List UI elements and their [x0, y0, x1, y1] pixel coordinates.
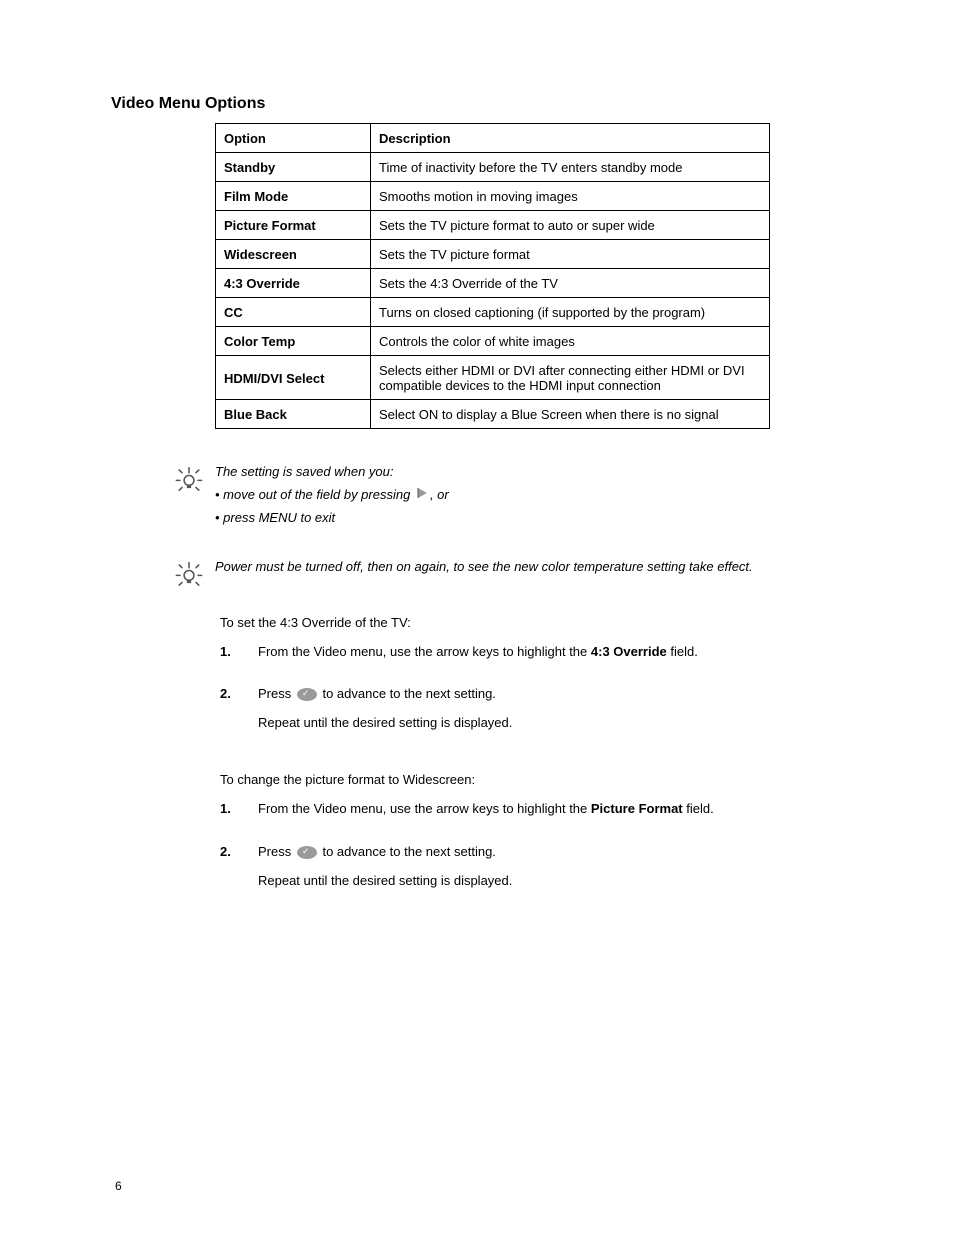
step-1-field: 4:3 Override [591, 644, 667, 659]
page-number: 6 [115, 1179, 122, 1193]
ok-button-icon [297, 846, 317, 859]
table-row: Color TempControls the color of white im… [216, 327, 770, 356]
tip-1-line3: • press MENU to exit [215, 510, 335, 525]
step-2-text-c: Repeat until the desired setting is disp… [258, 872, 849, 891]
step-1-text-c: field. [667, 644, 698, 659]
step-1-field: Picture Format [591, 801, 683, 816]
tip-2-text: Power must be turned off, then on again,… [215, 558, 753, 581]
opt-desc: Selects either HDMI or DVI after connect… [371, 356, 770, 400]
table-row: Picture FormatSets the TV picture format… [216, 211, 770, 240]
table-row: Blue BackSelect ON to display a Blue Scr… [216, 400, 770, 429]
table-row: WidescreenSets the TV picture format [216, 240, 770, 269]
lightbulb-icon [175, 560, 203, 588]
opt-desc: Sets the 4:3 Override of the TV [371, 269, 770, 298]
table-row: 4:3 OverrideSets the 4:3 Override of the… [216, 269, 770, 298]
opt-label: Color Temp [216, 327, 371, 356]
tip-1-line2a: • move out of the field by pressing [215, 487, 414, 502]
opt-desc: Turns on closed captioning (if supported… [371, 298, 770, 327]
table-row: StandbyTime of inactivity before the TV … [216, 153, 770, 182]
lightbulb-icon [175, 465, 203, 493]
step-2-text-a: Press [258, 686, 295, 701]
tip-2: Power must be turned off, then on again,… [175, 558, 849, 588]
tip-1: The setting is saved when you: • move ou… [175, 463, 849, 532]
step-1-text-c: field. [683, 801, 714, 816]
opt-desc: Smooths motion in moving images [371, 182, 770, 211]
step-number: 2. [220, 843, 240, 901]
step-2: 2. Press to advance to the next setting.… [220, 843, 849, 901]
step-number: 1. [220, 800, 240, 829]
tip-1-line1: The setting is saved when you: [215, 464, 394, 479]
step-1: 1. From the Video menu, use the arrow ke… [220, 800, 849, 829]
steps-override: To set the 4:3 Override of the TV: 1. Fr… [220, 614, 849, 743]
table-row: HDMI/DVI SelectSelects either HDMI or DV… [216, 356, 770, 400]
opt-label: Blue Back [216, 400, 371, 429]
col-option: Option [216, 124, 371, 153]
step-number: 2. [220, 685, 240, 743]
steps-widescreen-intro: To change the picture format to Widescre… [220, 771, 849, 790]
table-header-row: Option Description [216, 124, 770, 153]
tip-1-line2b: , or [430, 487, 449, 502]
ok-button-icon [297, 688, 317, 701]
step-1-text-a: From the Video menu, use the arrow keys … [258, 801, 591, 816]
table-row: CCTurns on closed captioning (if support… [216, 298, 770, 327]
step-2-text-c: Repeat until the desired setting is disp… [258, 714, 849, 733]
col-description: Description [371, 124, 770, 153]
opt-label: Picture Format [216, 211, 371, 240]
step-2-text-b: to advance to the next setting. [319, 844, 496, 859]
step-2: 2. Press to advance to the next setting.… [220, 685, 849, 743]
opt-desc: Select ON to display a Blue Screen when … [371, 400, 770, 429]
step-2-text-b: to advance to the next setting. [319, 686, 496, 701]
opt-label: Film Mode [216, 182, 371, 211]
opt-label: Widescreen [216, 240, 371, 269]
right-arrow-icon [416, 486, 428, 505]
table-row: Film ModeSmooths motion in moving images [216, 182, 770, 211]
step-number: 1. [220, 643, 240, 672]
opt-label: Standby [216, 153, 371, 182]
tip-2-body: Power must be turned off, then on again,… [215, 559, 753, 574]
opt-desc: Controls the color of white images [371, 327, 770, 356]
steps-override-intro: To set the 4:3 Override of the TV: [220, 614, 849, 633]
opt-desc: Sets the TV picture format [371, 240, 770, 269]
opt-desc: Time of inactivity before the TV enters … [371, 153, 770, 182]
opt-label: CC [216, 298, 371, 327]
step-1-text-a: From the Video menu, use the arrow keys … [258, 644, 591, 659]
opt-label: 4:3 Override [216, 269, 371, 298]
tip-1-text: The setting is saved when you: • move ou… [215, 463, 449, 532]
step-2-text-a: Press [258, 844, 295, 859]
opt-label: HDMI/DVI Select [216, 356, 371, 400]
opt-desc: Sets the TV picture format to auto or su… [371, 211, 770, 240]
step-1: 1. From the Video menu, use the arrow ke… [220, 643, 849, 672]
options-table: Option Description StandbyTime of inacti… [215, 123, 770, 429]
steps-widescreen: To change the picture format to Widescre… [220, 771, 849, 900]
section-heading: Video Menu Options [111, 95, 849, 113]
